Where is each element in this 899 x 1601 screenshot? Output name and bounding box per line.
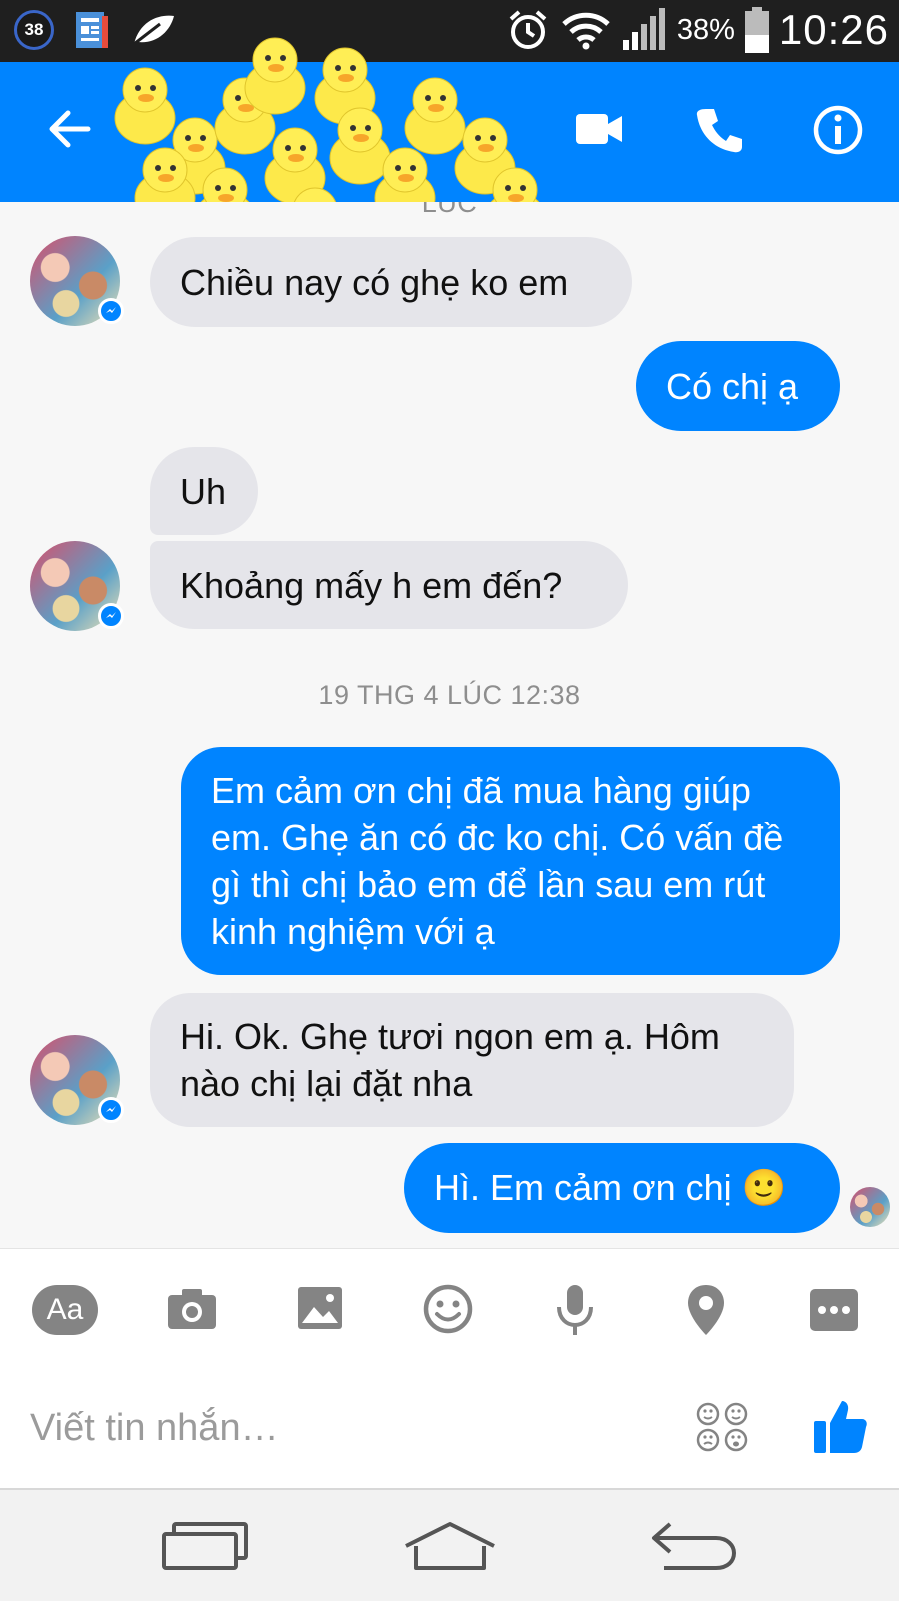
message-bubble-incoming[interactable]: Hi. Ok. Ghẹ tươi ngon em ạ. Hôm nào chị … — [150, 993, 794, 1127]
contact-avatar[interactable] — [30, 541, 124, 631]
contact-avatar[interactable] — [30, 1035, 124, 1125]
wifi-icon — [562, 12, 610, 50]
emoji-icon[interactable] — [422, 1283, 474, 1335]
more-options-icon[interactable] — [808, 1287, 860, 1333]
battery-icon — [744, 7, 769, 53]
message-bubble-outgoing[interactable]: Em cảm ơn chị đã mua hàng giúp em. Ghẹ ă… — [181, 747, 840, 975]
location-pin-icon[interactable] — [686, 1283, 726, 1337]
signal-icon — [622, 8, 665, 50]
message-bubble-incoming[interactable]: Uh — [150, 447, 258, 535]
back-arrow-icon[interactable] — [48, 109, 92, 149]
like-thumb-icon[interactable] — [812, 1397, 868, 1455]
gallery-icon[interactable] — [296, 1285, 344, 1331]
message-bubble-incoming[interactable]: Chiều nay có ghẹ ko em — [150, 237, 632, 327]
clock: 10:26 — [778, 6, 889, 53]
stickers-icon[interactable] — [694, 1401, 750, 1453]
timestamp-partial: LÚC — [421, 202, 478, 218]
system-navigation-bar — [0, 1488, 899, 1601]
read-receipt-avatar — [850, 1187, 890, 1227]
back-icon[interactable] — [650, 1520, 738, 1572]
messenger-badge-icon — [98, 603, 124, 629]
message-bubble-incoming[interactable]: Khoảng mấy h em đến? — [150, 541, 628, 629]
message-bubble-outgoing[interactable]: Hì. Em cảm ơn chị 🙂 — [404, 1143, 840, 1233]
battery-percent: 38% — [676, 13, 735, 46]
home-icon[interactable] — [402, 1520, 498, 1572]
recent-apps-icon[interactable] — [162, 1522, 250, 1570]
camera-icon[interactable] — [166, 1285, 218, 1331]
composer: Aa Viết tin nhắn… — [0, 1248, 899, 1489]
message-input[interactable]: Viết tin nhắn… — [30, 1407, 279, 1450]
contact-avatar[interactable] — [30, 236, 124, 326]
message-bubble-outgoing[interactable]: Có chị ạ — [636, 341, 840, 431]
messenger-badge-icon — [98, 1097, 124, 1123]
message-list[interactable]: LÚC Chiều nay có ghẹ ko em Có chị ạ Uh K… — [0, 202, 899, 1248]
microphone-icon[interactable] — [555, 1283, 595, 1337]
video-call-icon[interactable] — [574, 110, 624, 148]
timestamp: 19 THG 4 LÚC 12:38 — [318, 680, 581, 710]
info-icon[interactable] — [812, 104, 864, 156]
text-format-button[interactable]: Aa — [32, 1285, 98, 1335]
conversation-header — [0, 37, 899, 265]
notification-count-icon: 38 — [14, 10, 54, 50]
messenger-badge-icon — [98, 298, 124, 324]
phone-icon[interactable] — [694, 105, 744, 155]
